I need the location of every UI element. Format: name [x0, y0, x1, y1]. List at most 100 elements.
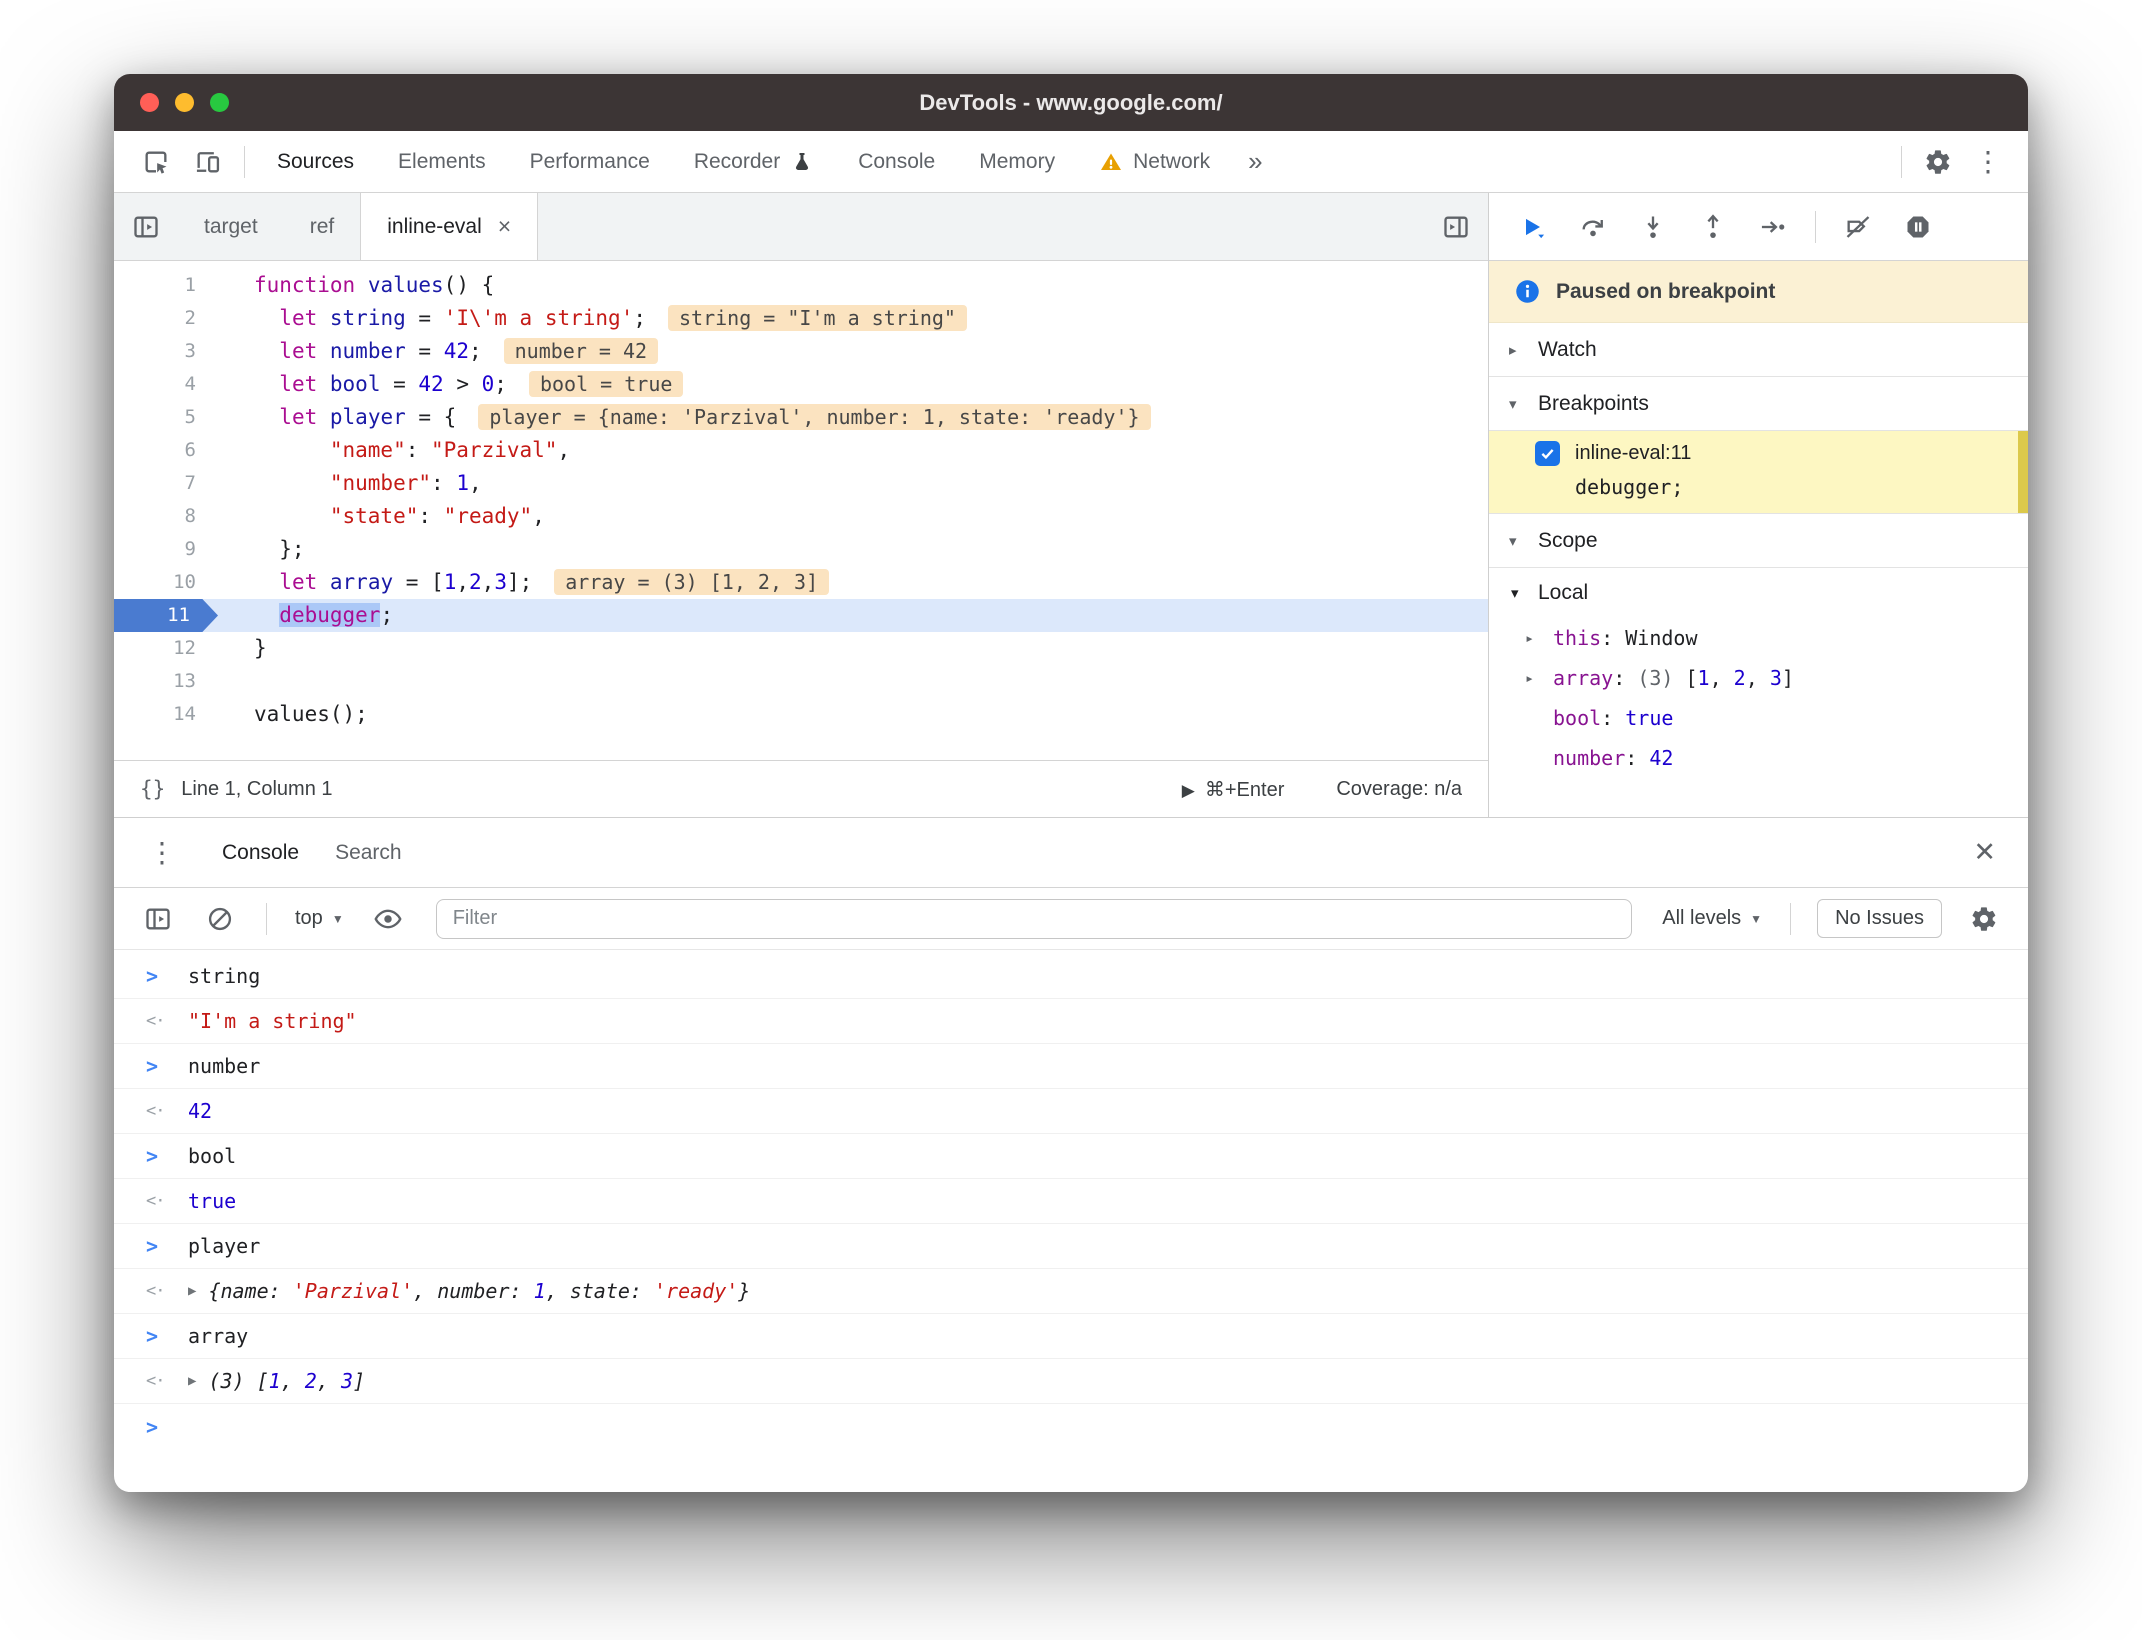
console-prompt-row[interactable]: > [114, 1404, 2028, 1449]
filter-input[interactable] [435, 898, 1633, 939]
close-tab-icon[interactable]: × [498, 213, 511, 240]
inline-eval-hint: number = 42 [503, 338, 659, 364]
line-number[interactable]: 10 [114, 566, 218, 599]
tab-sources[interactable]: Sources [255, 131, 376, 192]
close-drawer-icon[interactable]: ✕ [1965, 837, 2004, 868]
pretty-print-button[interactable]: {} [140, 777, 165, 801]
tab-elements[interactable]: Elements [376, 131, 508, 192]
editor-line[interactable]: 13 [114, 665, 1488, 698]
console-result-row[interactable]: <· 42 [114, 1089, 2028, 1134]
step-over-button[interactable] [1565, 204, 1621, 250]
scope-entry[interactable]: ▸ this: Window [1489, 618, 2028, 658]
more-tabs-icon[interactable]: » [1232, 146, 1278, 177]
tab-network[interactable]: Network [1077, 131, 1232, 192]
scope-section-header[interactable]: ▾ Scope [1489, 514, 2028, 568]
drawer-menu-icon[interactable]: ⋮ [138, 836, 186, 869]
context-selector[interactable]: top ▼ [287, 907, 352, 930]
editor-line[interactable]: 3 let number = 42; number = 42 [114, 335, 1488, 368]
tab-console[interactable]: Console [836, 131, 957, 192]
console-result-row[interactable]: <· ▶ (3) [1, 2, 3] [114, 1359, 2028, 1404]
file-tab-target[interactable]: target [178, 193, 284, 260]
scope-entry[interactable]: bool: true [1489, 698, 2028, 738]
step-out-button[interactable] [1685, 204, 1741, 250]
editor-line[interactable]: 11 debugger; [114, 599, 1488, 632]
toggle-debugger-sidebar-icon[interactable] [1424, 193, 1488, 260]
console-input-row[interactable]: > number [114, 1044, 2028, 1089]
inspect-icon[interactable] [130, 140, 182, 184]
step-into-button[interactable] [1625, 204, 1681, 250]
console-log[interactable]: > string <· "I'm a string" > number <· 42 > bool <… [114, 950, 2028, 1492]
line-number[interactable]: 1 [114, 269, 218, 302]
drawer-tab-search[interactable]: Search [335, 841, 402, 865]
device-toolbar-icon[interactable] [182, 140, 234, 184]
pause-on-exceptions-button[interactable] [1890, 204, 1946, 250]
editor-line[interactable]: 8 "state": "ready", [114, 500, 1488, 533]
deactivate-breakpoints-button[interactable] [1830, 204, 1886, 250]
line-number[interactable]: 4 [114, 368, 218, 401]
toggle-navigator-icon[interactable] [114, 193, 178, 260]
editor-line[interactable]: 7 "number": 1, [114, 467, 1488, 500]
editor-line[interactable]: 1 function values() { [114, 269, 1488, 302]
editor-line[interactable]: 6 "name": "Parzival", [114, 434, 1488, 467]
play-icon: ▶ [1181, 780, 1195, 800]
close-window-button[interactable] [140, 93, 159, 112]
breakpoint-checkbox[interactable] [1535, 441, 1560, 466]
zoom-window-button[interactable] [210, 93, 229, 112]
line-number[interactable]: 9 [114, 533, 218, 566]
scope-entry[interactable]: number: 42 [1489, 738, 2028, 778]
toolbar-separator [1815, 210, 1816, 243]
editor-line[interactable]: 12} [114, 632, 1488, 665]
code-editor[interactable]: 1 function values() {2 let string = 'I\'m… [114, 261, 1488, 760]
settings-gear-icon[interactable] [1912, 140, 1964, 184]
console-sidebar-toggle-icon[interactable] [132, 897, 184, 941]
expand-arrow-icon[interactable]: ▶ [188, 1283, 196, 1299]
line-number[interactable]: 8 [114, 500, 218, 533]
file-tab-inline-eval[interactable]: inline-eval × [360, 193, 539, 260]
tab-performance[interactable]: Performance [508, 131, 672, 192]
editor-line[interactable]: 4 let bool = 42 > 0; bool = true [114, 368, 1488, 401]
log-levels-dropdown[interactable]: All levels ▼ [1654, 907, 1770, 930]
line-number[interactable]: 6 [114, 434, 218, 467]
resume-button[interactable] [1505, 204, 1561, 250]
editor-line[interactable]: 14 values(); [114, 698, 1488, 731]
line-number[interactable]: 14 [114, 698, 218, 731]
line-number[interactable]: 7 [114, 467, 218, 500]
line-number[interactable]: 13 [114, 665, 218, 698]
drawer-tab-console[interactable]: Console [222, 841, 299, 865]
console-input-row[interactable]: > array [114, 1314, 2028, 1359]
line-number[interactable]: 11 [114, 599, 218, 632]
editor-line[interactable]: 9 }; [114, 533, 1488, 566]
console-result-row[interactable]: <· true [114, 1179, 2028, 1224]
file-tab-ref[interactable]: ref [284, 193, 361, 260]
console-input-row[interactable]: > player [114, 1224, 2028, 1269]
editor-line[interactable]: 5 let player = {player = {name: 'Parziva… [114, 401, 1488, 434]
editor-line[interactable]: 2 let string = 'I\'m a string'; string = … [114, 302, 1488, 335]
console-input-row[interactable]: > bool [114, 1134, 2028, 1179]
line-number[interactable]: 3 [114, 335, 218, 368]
issues-counter-button[interactable]: No Issues [1817, 899, 1942, 938]
expand-arrow-icon[interactable]: ▶ [188, 1373, 196, 1389]
scope-entry[interactable]: ▸ array: (3) [1, 2, 3] [1489, 658, 2028, 698]
breakpoint-entry[interactable]: inline-eval:11 debugger; [1489, 431, 2028, 514]
line-number[interactable]: 12 [114, 632, 218, 665]
console-input-row[interactable]: > string [114, 954, 2028, 999]
step-button[interactable] [1745, 204, 1801, 250]
more-menu-icon[interactable]: ⋮ [1964, 145, 2012, 178]
line-number[interactable]: 2 [114, 302, 218, 335]
expand-arrow-icon[interactable]: ▸ [1525, 669, 1534, 687]
editor-line[interactable]: 10 let array = [1,2,3]; array = (3) [1, 2… [114, 566, 1488, 599]
console-result-row[interactable]: <· "I'm a string" [114, 999, 2028, 1044]
breakpoints-section-header[interactable]: ▾ Breakpoints [1489, 377, 2028, 431]
scope-local-header[interactable]: ▾ Local [1489, 568, 2028, 618]
expand-arrow-icon[interactable]: ▸ [1525, 629, 1534, 647]
console-result-row[interactable]: <· ▶ {name: 'Parzival', number: 1, state: … [114, 1269, 2028, 1314]
tab-recorder[interactable]: Recorder [672, 131, 836, 192]
line-number[interactable]: 5 [114, 401, 218, 434]
console-settings-gear-icon[interactable] [1958, 897, 2010, 941]
watch-section-header[interactable]: ▸ Watch [1489, 323, 2028, 377]
collapsed-arrow-icon: ▸ [1509, 341, 1517, 359]
live-expression-eye-icon[interactable] [362, 897, 414, 941]
tab-memory[interactable]: Memory [957, 131, 1077, 192]
clear-console-icon[interactable] [194, 897, 246, 941]
minimize-window-button[interactable] [175, 93, 194, 112]
